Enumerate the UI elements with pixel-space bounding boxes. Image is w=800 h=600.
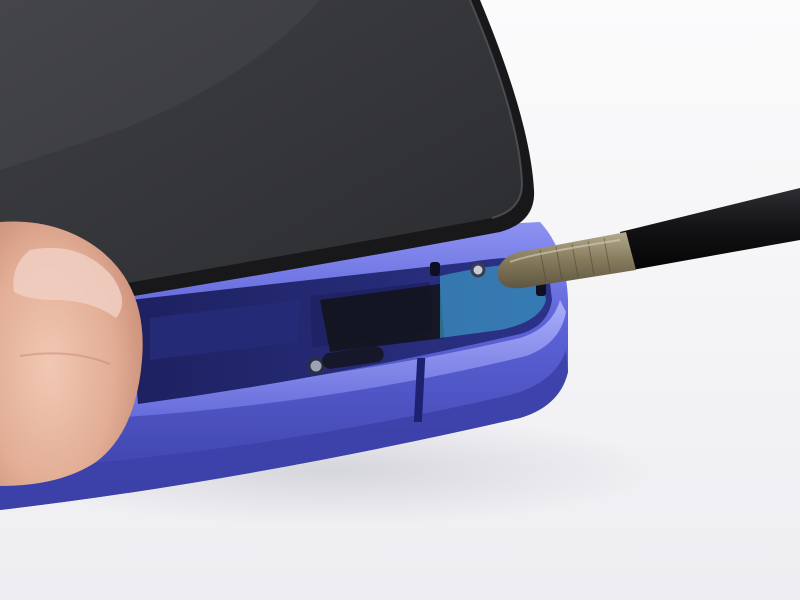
screw <box>307 357 325 375</box>
scene-svg <box>0 0 800 600</box>
photo-scene <box>0 0 800 600</box>
screw <box>470 262 486 278</box>
